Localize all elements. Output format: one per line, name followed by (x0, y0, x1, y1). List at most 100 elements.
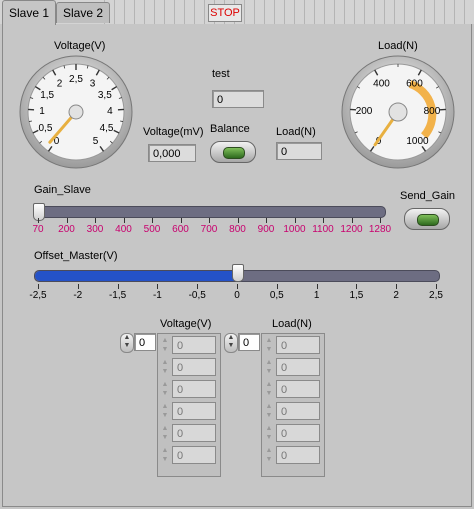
lg-tick-label: 600 (406, 78, 423, 89)
gain-slave-tick (180, 218, 182, 223)
vg-tick-label: 3 (90, 78, 96, 89)
gain-slave-thumb[interactable] (33, 203, 45, 221)
voltage-array-cell: 0 (172, 380, 216, 398)
voltage-array-cell-spinner: ▲ ▼ (161, 403, 169, 419)
voltage-array-label: Voltage(V) (160, 318, 212, 330)
load-array-label: Load(N) (272, 318, 312, 330)
voltage-array-cell: 0 (172, 402, 216, 420)
voltage-array-cell: 0 (172, 446, 216, 464)
send-gain-button[interactable] (404, 208, 450, 230)
gain-slave-tick-label: 600 (172, 224, 189, 235)
voltage-array-cell: 0 (172, 358, 216, 376)
gain-slave-tick-label: 1280 (368, 224, 392, 235)
offset-master-tick-label: -2 (73, 290, 83, 301)
tab-slave-2[interactable]: Slave 2 (56, 2, 111, 23)
load-n-label: Load(N) (276, 126, 316, 138)
gain-slave-tick-label: 70 (32, 224, 44, 235)
offset-master-tick (436, 284, 437, 289)
offset-master-tick-label: 0,5 (269, 290, 284, 301)
voltage-array-cell: 0 (172, 424, 216, 442)
offset-master-tick-label: 2,5 (429, 290, 443, 301)
voltage-array-index[interactable]: 0 (134, 333, 156, 351)
load-array-index-spinner[interactable]: ▲ ▼ (224, 333, 238, 353)
load-array-cell-spinner: ▲ ▼ (265, 447, 273, 463)
gain-slave-tick-label: 300 (86, 224, 104, 235)
offset-master-tick-label: 0 (234, 290, 240, 301)
gain-slave-tick (95, 218, 96, 223)
gain-slave-tick (38, 218, 39, 223)
offset-master-tick (117, 284, 119, 289)
offset-master-tick (197, 284, 199, 289)
gain-slave-tick-label: 500 (143, 224, 161, 235)
vg-tick-label: 0,5 (38, 123, 52, 134)
load-array-cell-spinner: ▲ ▼ (265, 337, 273, 353)
vg-tick-label: 2,5 (69, 74, 83, 85)
load-gauge-label: Load(N) (378, 40, 418, 52)
voltage-array-cell: 0 (172, 336, 216, 354)
balance-label: Balance (210, 123, 250, 135)
gain-slave-tick (323, 218, 324, 223)
voltage-gauge-hub (68, 104, 84, 120)
gain-slave-track[interactable] (34, 206, 386, 218)
load-array-cell: 0 (276, 402, 320, 420)
vg-tick-label: 4,5 (100, 123, 114, 134)
offset-master-tick-label: 1,5 (349, 290, 364, 301)
vg-tick-label: 5 (93, 136, 99, 147)
load-gauge: 02004006008001000 (341, 55, 455, 169)
gain-slave-tick (237, 218, 239, 223)
offset-master-tick (77, 284, 79, 289)
load-array-index[interactable]: 0 (238, 333, 260, 351)
load-array-cell-spinner: ▲ ▼ (265, 359, 273, 375)
test-indicator: 0 (212, 90, 264, 108)
gain-slave-tick-label: 700 (200, 224, 218, 235)
test-label: test (212, 68, 230, 80)
load-array-cell-spinner: ▲ ▼ (265, 381, 273, 397)
vg-tick-label: 2 (57, 78, 63, 89)
tab-slave-1[interactable]: Slave 1 (2, 0, 57, 25)
gain-slave-tick (209, 218, 210, 223)
load-array-cell: 0 (276, 446, 320, 464)
load-n-indicator: 0 (276, 142, 322, 160)
gain-slave-tick-label: 1200 (340, 224, 363, 235)
lg-tick-label: 200 (356, 106, 373, 117)
offset-master-tick (237, 284, 238, 289)
offset-master-thumb[interactable] (232, 264, 244, 282)
send-gain-led-icon (417, 214, 439, 226)
gain-slave-tick (351, 218, 353, 223)
voltage-array-cell-spinner: ▲ ▼ (161, 425, 169, 441)
vg-tick-label: 3,5 (98, 90, 112, 101)
offset-master-tick (316, 284, 318, 289)
load-array-cell-spinner: ▲ ▼ (265, 403, 273, 419)
lg-tick-label: 1000 (406, 136, 429, 147)
gain-slave-tick (380, 218, 381, 223)
gain-slave-tick (123, 218, 125, 223)
gain-slave-tick-label: 200 (58, 224, 75, 235)
voltage-array-cell-spinner: ▲ ▼ (161, 359, 169, 375)
tab-strip-grid (104, 0, 474, 24)
vg-tick-label: 4 (107, 106, 113, 117)
voltage-array-cell-spinner: ▲ ▼ (161, 381, 169, 397)
voltage-array-cell-spinner: ▲ ▼ (161, 337, 169, 353)
offset-master-tick-label: -2,5 (29, 290, 47, 301)
stop-button[interactable]: STOP (208, 4, 242, 22)
offset-master-tick (276, 284, 278, 289)
offset-master-tick-label: 2 (393, 290, 399, 301)
offset-master-tick-label: -1,5 (108, 290, 127, 301)
offset-master-fill (35, 271, 237, 281)
load-array-cell-spinner: ▲ ▼ (265, 425, 273, 441)
gain-slave-tick-label: 1100 (312, 224, 334, 235)
load-array-cell: 0 (276, 380, 320, 398)
gain-slave-tick (266, 218, 267, 223)
gain-slave-tick-label: 900 (257, 224, 275, 235)
lg-tick-label: 400 (373, 78, 390, 89)
load-array-cell: 0 (276, 336, 320, 354)
gain-slave-label: Gain_Slave (34, 184, 91, 196)
voltage-array-index-spinner[interactable]: ▲ ▼ (120, 333, 134, 353)
balance-button[interactable] (210, 141, 256, 163)
offset-master-tick (396, 284, 398, 289)
voltage-mv-label: Voltage(mV) (143, 126, 204, 138)
lg-tick-label: 800 (424, 106, 441, 117)
balance-led-icon (223, 147, 245, 159)
voltage-mv-indicator: 0,000 (148, 144, 196, 162)
load-array-cell: 0 (276, 424, 320, 442)
